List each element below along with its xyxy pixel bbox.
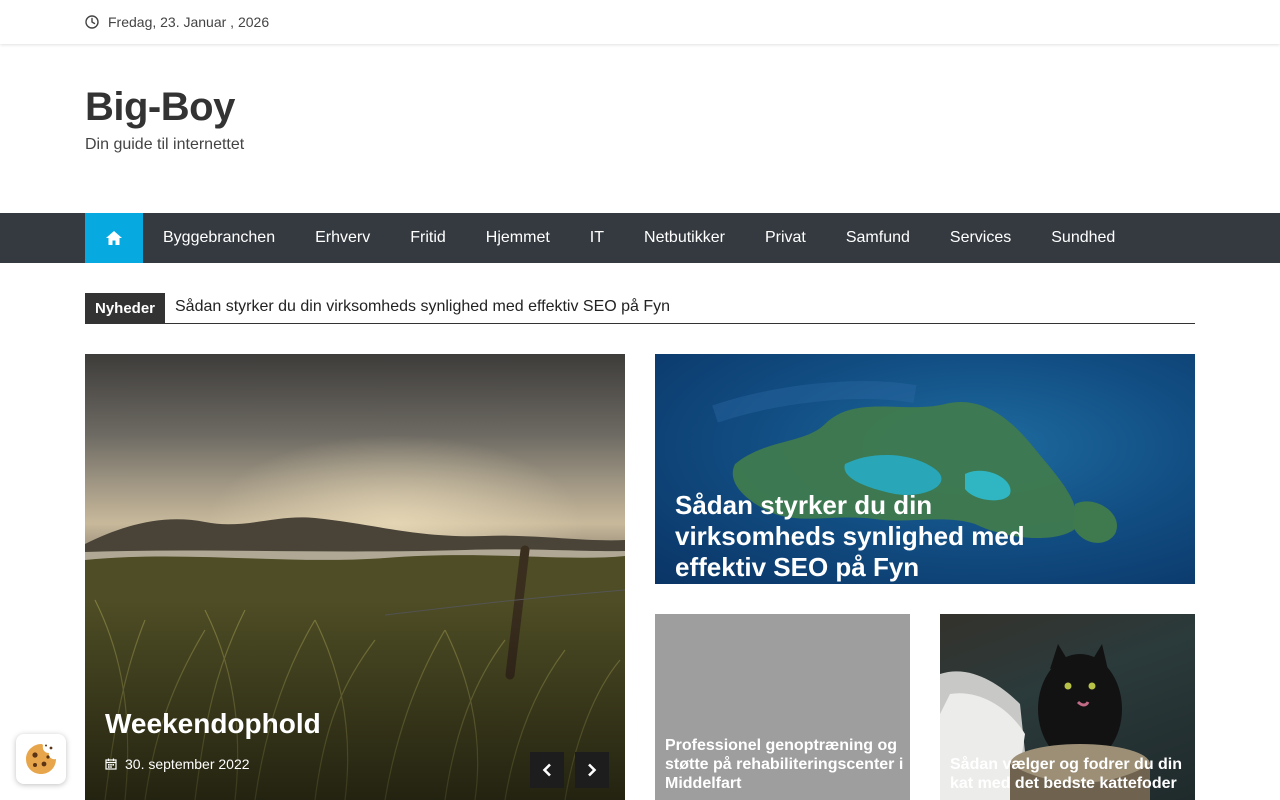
slider-prev-button[interactable] — [530, 752, 564, 788]
clock-icon — [85, 15, 99, 29]
slide-title[interactable]: Weekendophold — [105, 708, 321, 740]
nav-item-netbutikker[interactable]: Netbutikker — [624, 213, 745, 263]
cookie-settings-button[interactable] — [16, 734, 66, 784]
news-ticker: Nyheder Sådan styrker du din virksomheds… — [85, 293, 1195, 324]
article-card-title[interactable]: Professionel genoptræning og støtte på r… — [665, 736, 905, 793]
nav-item-sundhed[interactable]: Sundhed — [1031, 213, 1135, 263]
site-tagline: Din guide til internettet — [85, 136, 245, 153]
nav-item-erhverv[interactable]: Erhverv — [295, 213, 390, 263]
top-bar: Fredag, 23. Januar , 2026 — [0, 0, 1280, 44]
nav-item-fritid[interactable]: Fritid — [390, 213, 466, 263]
nav-item-samfund[interactable]: Samfund — [826, 213, 930, 263]
calendar-icon — [105, 758, 117, 770]
home-button[interactable] — [85, 213, 143, 263]
nav-menu: Byggebranchen Erhverv Fritid Hjemmet IT … — [143, 213, 1135, 263]
featured-article-card[interactable]: Sådan styrker du din virksomheds synligh… — [655, 354, 1195, 584]
article-card-title[interactable]: Sådan vælger og fodrer du din kat med de… — [950, 755, 1190, 793]
cookie-icon — [26, 744, 56, 774]
nav-item-it[interactable]: IT — [570, 213, 624, 263]
home-icon — [106, 231, 122, 245]
slide-date: 30. september 2022 — [125, 756, 250, 772]
article-card[interactable]: Sådan vælger og fodrer du din kat med de… — [940, 614, 1195, 800]
nav-item-hjemmet[interactable]: Hjemmet — [466, 213, 570, 263]
site-title[interactable]: Big-Boy — [85, 84, 235, 130]
site-branding: Big-Boy Din guide til internettet — [85, 84, 244, 153]
featured-article-title[interactable]: Sådan styrker du din virksomheds synligh… — [675, 490, 1095, 583]
slider-next-button[interactable] — [575, 752, 609, 788]
article-card[interactable]: Professionel genoptræning og støtte på r… — [655, 614, 910, 800]
nav-item-services[interactable]: Services — [930, 213, 1031, 263]
date-display: Fredag, 23. Januar , 2026 — [85, 14, 269, 30]
ticker-label: Nyheder — [85, 293, 165, 323]
featured-slider[interactable]: Weekendophold 30. september 2022 — [85, 354, 625, 800]
chevron-left-icon — [542, 763, 551, 777]
nav-item-byggebranchen[interactable]: Byggebranchen — [143, 213, 295, 263]
nav-item-privat[interactable]: Privat — [745, 213, 826, 263]
ticker-headline[interactable]: Sådan styrker du din virksomheds synligh… — [175, 298, 670, 316]
chevron-right-icon — [588, 763, 597, 777]
slide-meta: 30. september 2022 — [105, 756, 250, 772]
current-date: Fredag, 23. Januar , 2026 — [108, 14, 270, 30]
main-navigation: Byggebranchen Erhverv Fritid Hjemmet IT … — [0, 213, 1280, 263]
